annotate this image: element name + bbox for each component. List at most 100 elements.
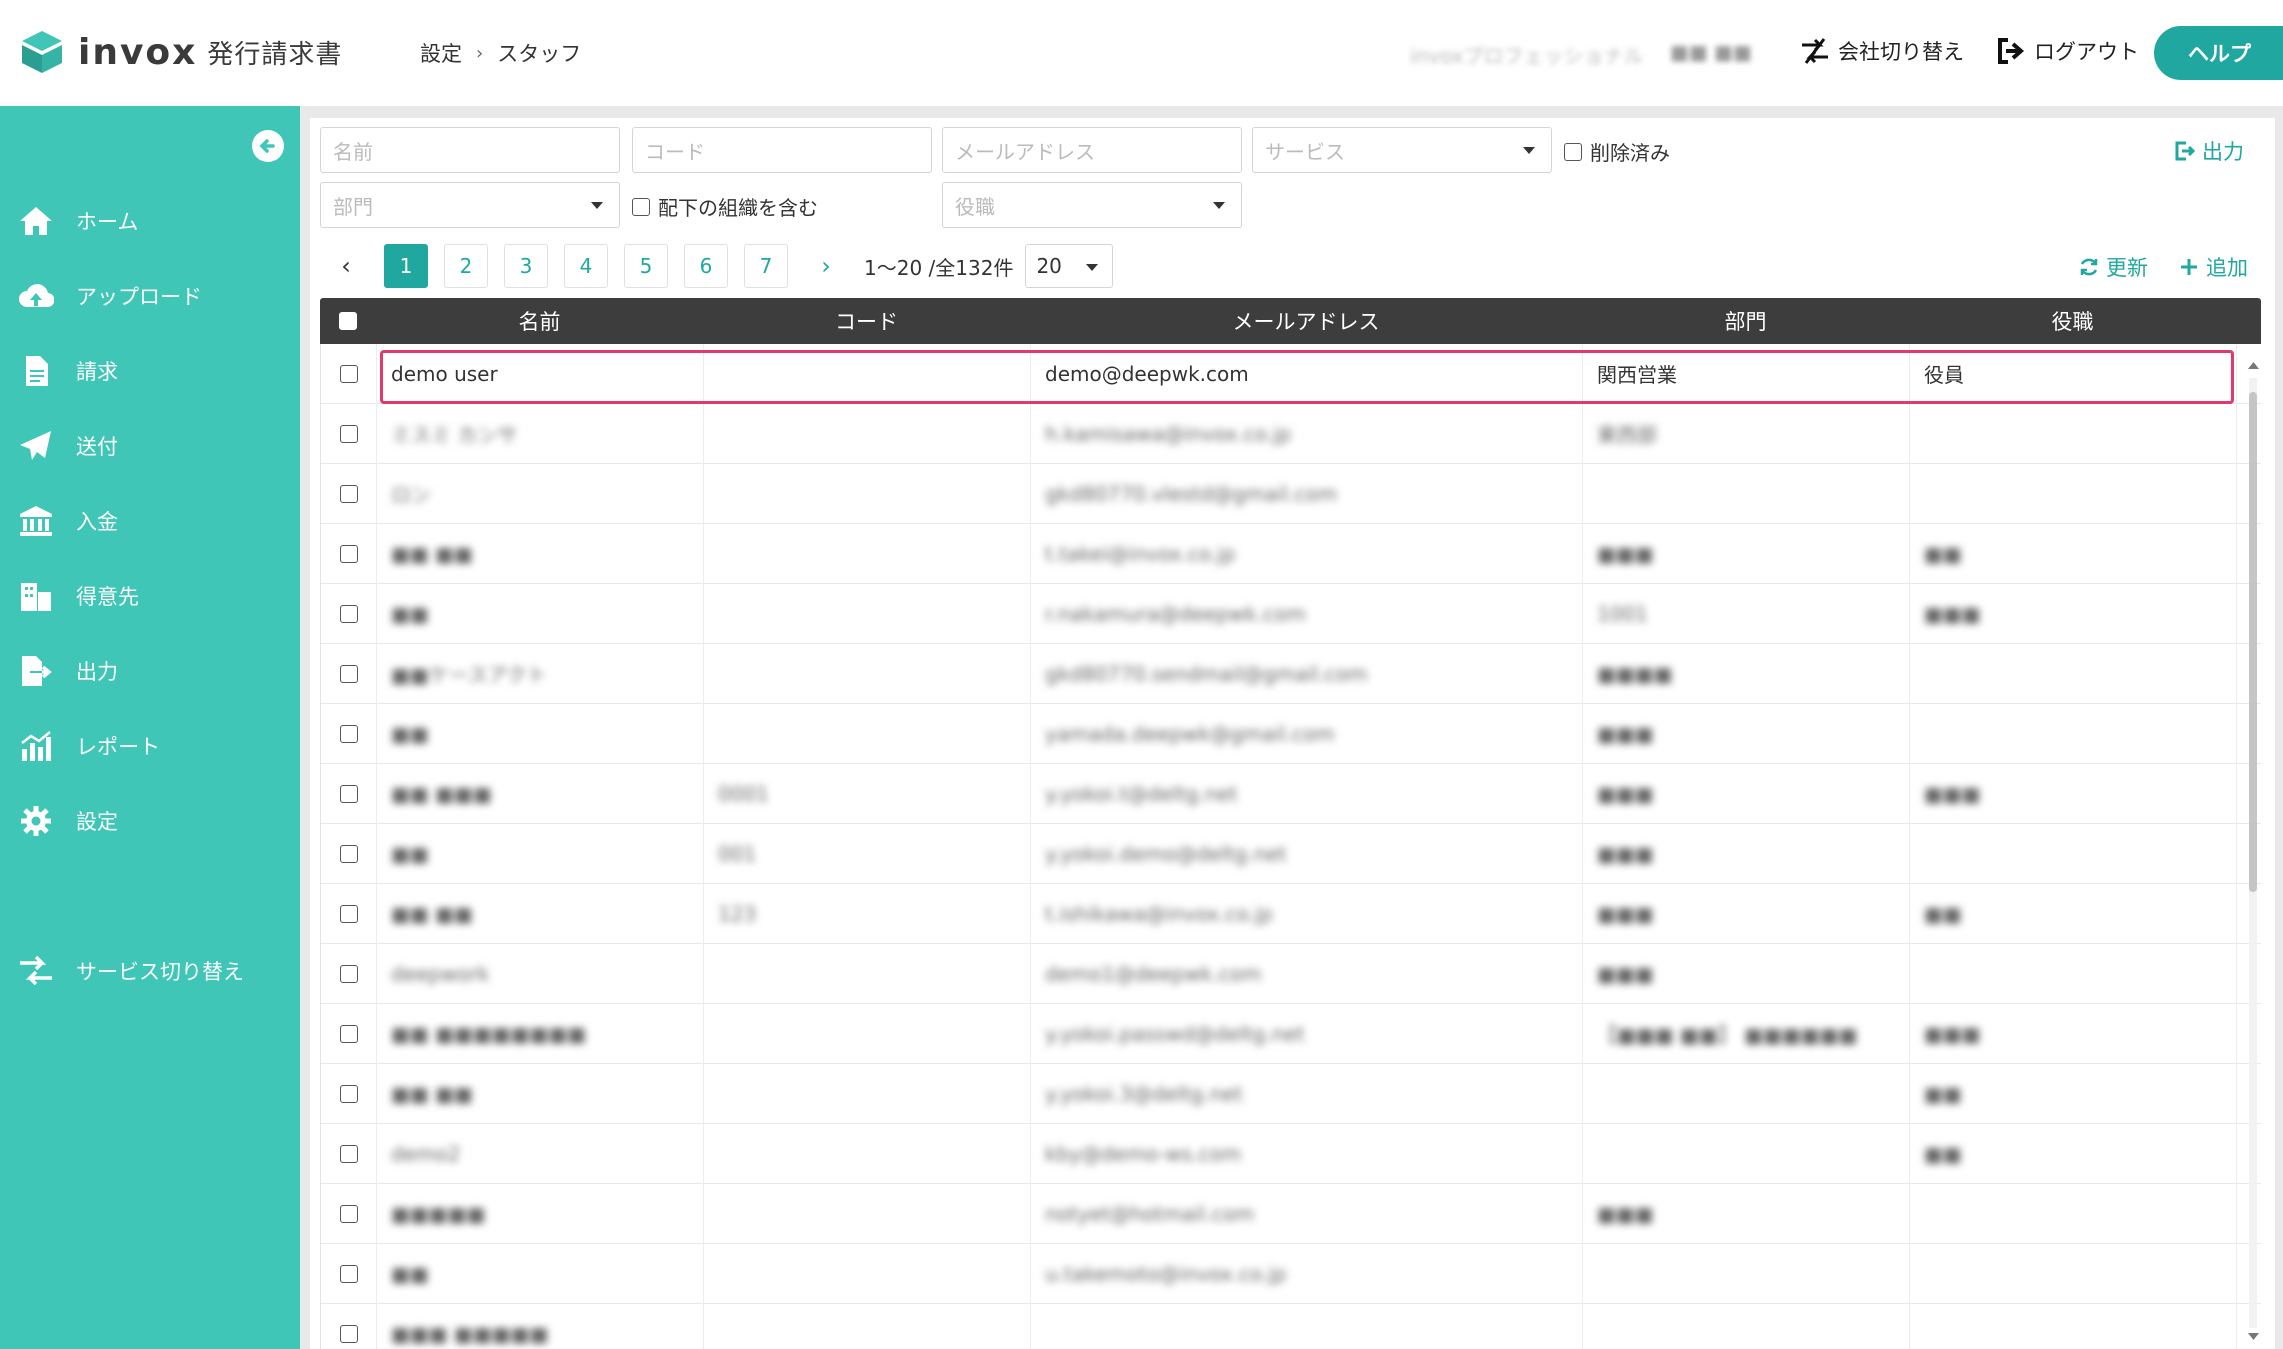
prev-page-button[interactable]: ‹	[324, 244, 368, 288]
table-row[interactable]: ■■■ ■■■■■	[321, 1303, 2261, 1349]
checkbox-box[interactable]	[1564, 142, 1582, 161]
checkbox-box[interactable]	[339, 964, 358, 983]
row-checkbox[interactable]	[321, 1003, 377, 1064]
table-row[interactable]: ■■ ■■ t.takei@invox.co.jp ■■■ ■■	[321, 523, 2261, 584]
sidebar-item-settings[interactable]: 設定	[18, 804, 118, 838]
row-checkbox[interactable]	[321, 1063, 377, 1124]
collapse-sidebar-button[interactable]	[252, 130, 284, 162]
table-row[interactable]: ■■ ■■■ 0001 y.yokoi.t@deltg.net ■■■ ■■■	[321, 763, 2261, 824]
checkbox-box[interactable]	[339, 424, 358, 443]
table-row[interactable]: ■■ ■■ y.yokoi.3@deltg.net ■■	[321, 1063, 2261, 1124]
page-4-button[interactable]: 4	[564, 244, 608, 288]
column-header-email[interactable]: メールアドレス	[1030, 306, 1582, 336]
sidebar-item-home[interactable]: ホーム	[18, 204, 138, 238]
switch-company-button[interactable]: 会社切り替え	[1800, 36, 1964, 66]
table-row[interactable]: ロン gkd80770.vlestd@gmail.com	[321, 463, 2261, 524]
checkbox-box[interactable]	[339, 1204, 358, 1223]
row-checkbox[interactable]	[321, 1123, 377, 1184]
select-all-checkbox[interactable]	[320, 312, 376, 330]
row-checkbox[interactable]	[321, 583, 377, 644]
page-6-button[interactable]: 6	[684, 244, 728, 288]
next-page-button[interactable]: ›	[804, 244, 848, 288]
sidebar-item-upload[interactable]: アップロード	[18, 279, 202, 313]
table-row[interactable]: ■■ 001 y.yokoi.demo@deltg.net ■■■	[321, 823, 2261, 884]
table-scrollbar[interactable]	[2244, 352, 2261, 1349]
checkbox-box[interactable]	[339, 784, 358, 803]
row-checkbox[interactable]	[321, 1243, 377, 1304]
sidebar-item-clients[interactable]: 得意先	[18, 579, 139, 613]
page-3-button[interactable]: 3	[504, 244, 548, 288]
row-checkbox[interactable]	[321, 1303, 377, 1349]
add-button[interactable]: 追加	[2178, 252, 2248, 282]
table-row[interactable]: demo2 kby@demo-ws.com ■■	[321, 1123, 2261, 1184]
row-checkbox[interactable]	[321, 344, 377, 404]
table-row[interactable]: demo user demo@deepwk.com 関西営業 役員	[321, 344, 2261, 404]
cell-name: ■■ ■■	[377, 1063, 704, 1124]
row-checkbox[interactable]	[321, 463, 377, 524]
column-header-role[interactable]: 役職	[1909, 306, 2236, 336]
row-checkbox[interactable]	[321, 823, 377, 884]
row-checkbox[interactable]	[321, 943, 377, 1004]
page-2-button[interactable]: 2	[444, 244, 488, 288]
checkbox-box[interactable]	[339, 904, 358, 923]
table-row[interactable]: ■■ yamada.deepwk@gmail.com ■■■	[321, 703, 2261, 764]
page-1-button[interactable]: 1	[384, 244, 428, 288]
checkbox-box[interactable]	[339, 544, 358, 563]
checkbox-box[interactable]	[339, 364, 358, 383]
checkbox-box[interactable]	[339, 1324, 358, 1343]
scroll-thumb[interactable]	[2249, 392, 2257, 892]
role-filter-select[interactable]: 役職	[942, 182, 1242, 228]
checkbox-box[interactable]	[339, 1024, 358, 1043]
row-checkbox[interactable]	[321, 763, 377, 824]
checkbox-box[interactable]	[339, 724, 358, 743]
row-checkbox[interactable]	[321, 703, 377, 764]
table-row[interactable]: deepwork demo1@deepwk.com ■■■	[321, 943, 2261, 1004]
checkbox-box[interactable]	[339, 844, 358, 863]
row-checkbox[interactable]	[321, 883, 377, 944]
checkbox-box[interactable]	[339, 604, 358, 623]
checkbox-box[interactable]	[339, 1084, 358, 1103]
column-header-department[interactable]: 部門	[1582, 306, 1909, 336]
checkbox-box[interactable]	[339, 1264, 358, 1283]
service-switch-button[interactable]: サービス切り替え	[18, 954, 244, 988]
table-row[interactable]: ■■ ■■■■■■■■ y.yokoi.passwd@deltg.net 【■■■ …	[321, 1003, 2261, 1064]
row-checkbox[interactable]	[321, 403, 377, 464]
column-header-code[interactable]: コード	[703, 306, 1030, 336]
include-sub-org-checkbox[interactable]: 配下の組織を含む	[632, 192, 818, 221]
table-row[interactable]: ■■■■■ notyet@hotmail.com ■■■	[321, 1183, 2261, 1244]
code-filter-input[interactable]: コード	[632, 127, 932, 173]
refresh-button[interactable]: 更新	[2078, 252, 2148, 282]
department-filter-select[interactable]: 部門	[320, 182, 620, 228]
invox-logo[interactable]: invox 発行請求書	[18, 28, 342, 76]
row-checkbox[interactable]	[321, 523, 377, 584]
breadcrumb-settings[interactable]: 設定	[420, 38, 462, 68]
checkbox-box[interactable]	[339, 664, 358, 683]
checkbox-box[interactable]	[339, 1144, 358, 1163]
deleted-checkbox[interactable]: 削除済み	[1564, 137, 1670, 166]
logout-button[interactable]: ログアウト	[1996, 36, 2139, 66]
sidebar-item-send[interactable]: 送付	[18, 429, 118, 463]
checkbox-box[interactable]	[339, 312, 357, 330]
export-button[interactable]: 出力	[2174, 136, 2244, 166]
page-size-select[interactable]: 20	[1025, 244, 1114, 288]
table-row[interactable]: ■■ u.takemoto@invox.co.jp	[321, 1243, 2261, 1304]
sidebar-item-export[interactable]: 出力	[18, 654, 118, 688]
email-filter-input[interactable]: メールアドレス	[942, 127, 1242, 173]
table-row[interactable]: ■■ r.nakamura@deepwk.com 1001 ■■■	[321, 583, 2261, 644]
row-checkbox[interactable]	[321, 643, 377, 704]
table-row[interactable]: ■■ ■■ 123 t.ishikawa@invox.co.jp ■■■ ■■	[321, 883, 2261, 944]
row-checkbox[interactable]	[321, 1183, 377, 1244]
name-filter-input[interactable]: 名前	[320, 127, 620, 173]
checkbox-box[interactable]	[339, 484, 358, 503]
table-row[interactable]: ■■ケースアクト gkd80770.sendmail@gmail.com ■■■■	[321, 643, 2261, 704]
checkbox-box[interactable]	[632, 197, 650, 216]
sidebar-item-invoice[interactable]: 請求	[18, 354, 118, 388]
sidebar-item-report[interactable]: レポート	[18, 729, 160, 763]
column-header-name[interactable]: 名前	[376, 306, 703, 336]
help-button[interactable]: ヘルプ	[2154, 26, 2283, 80]
table-row[interactable]: ミスミ カンサ h.kamisawa@invox.co.jp 東西部	[321, 403, 2261, 464]
sidebar-item-payment[interactable]: 入金	[18, 504, 118, 538]
page-5-button[interactable]: 5	[624, 244, 668, 288]
page-7-button[interactable]: 7	[744, 244, 788, 288]
service-filter-select[interactable]: サービス	[1252, 127, 1552, 173]
